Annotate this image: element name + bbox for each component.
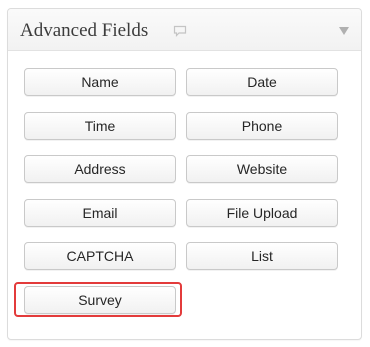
add-address-field-button[interactable]: Address (24, 155, 176, 183)
triangle-down-icon[interactable] (339, 27, 349, 35)
add-email-field-button[interactable]: Email (24, 199, 176, 227)
add-captcha-field-button[interactable]: CAPTCHA (24, 242, 176, 270)
panel-header[interactable]: Advanced Fields (8, 9, 361, 51)
add-name-field-button[interactable]: Name (24, 68, 176, 96)
add-website-field-button[interactable]: Website (186, 155, 338, 183)
panel-title: Advanced Fields (20, 20, 149, 41)
add-file-upload-field-button[interactable]: File Upload (186, 199, 338, 227)
add-phone-field-button[interactable]: Phone (186, 112, 338, 140)
survey-highlight-box (14, 282, 182, 317)
add-list-field-button[interactable]: List (186, 242, 338, 270)
add-time-field-button[interactable]: Time (24, 112, 176, 140)
speech-bubble-icon (173, 25, 187, 37)
add-date-field-button[interactable]: Date (186, 68, 338, 96)
